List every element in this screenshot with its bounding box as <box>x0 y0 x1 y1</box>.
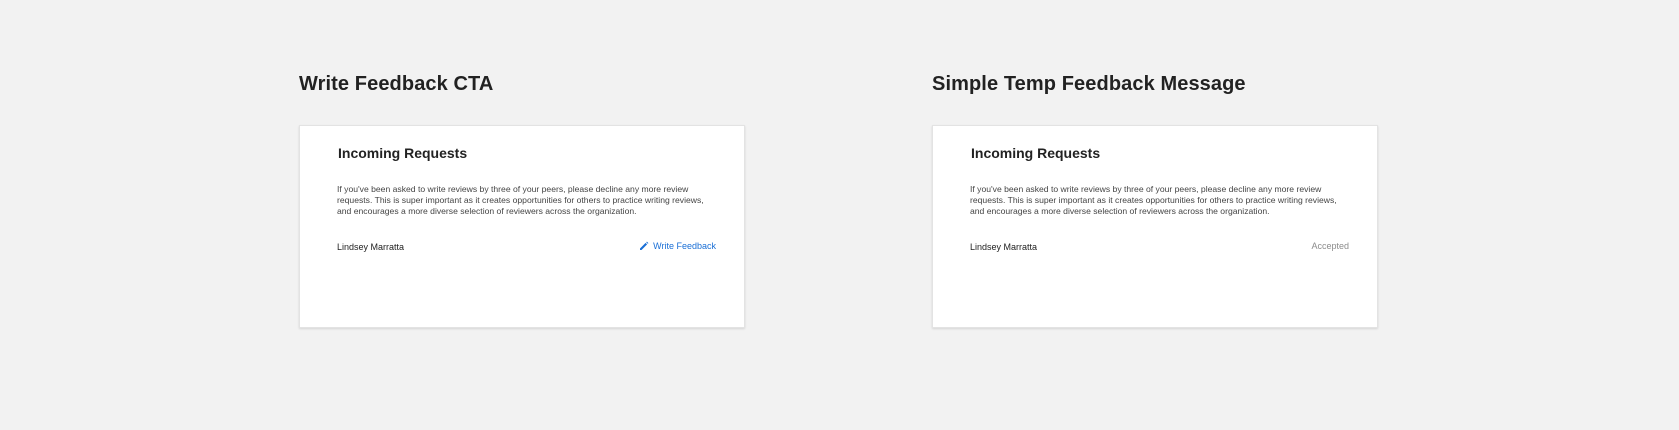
write-feedback-button[interactable]: Write Feedback <box>639 241 716 251</box>
pencil-icon <box>639 241 649 251</box>
incoming-requests-card: Incoming Requests If you've been asked t… <box>299 125 745 328</box>
incoming-requests-card: Incoming Requests If you've been asked t… <box>932 125 1378 328</box>
requester-name: Lindsey Marratta <box>337 242 405 252</box>
card-description: If you've been asked to write reviews by… <box>970 184 1337 216</box>
card-title: Incoming Requests <box>971 145 1101 161</box>
card-description: If you've been asked to write reviews by… <box>337 184 704 216</box>
section-title-write-feedback-cta: Write Feedback CTA <box>299 73 494 95</box>
requester-name: Lindsey Marratta <box>970 242 1038 252</box>
request-row: Lindsey Marratta Accepted <box>970 240 1349 254</box>
write-feedback-label: Write Feedback <box>653 241 716 251</box>
status-accepted: Accepted <box>1311 241 1349 251</box>
section-title-simple-temp-feedback-message: Simple Temp Feedback Message <box>932 73 1246 95</box>
card-title: Incoming Requests <box>338 145 468 161</box>
request-row: Lindsey Marratta Write Feedback <box>337 240 716 254</box>
